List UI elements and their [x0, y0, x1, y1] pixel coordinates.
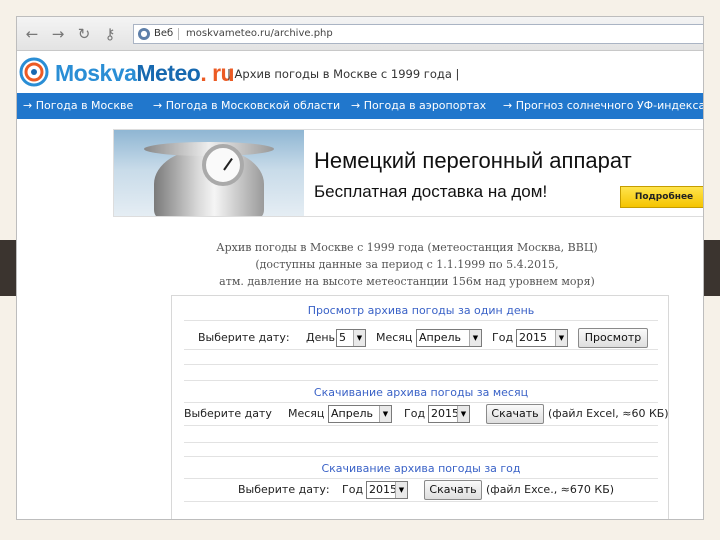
- divider: [184, 402, 658, 403]
- archive-line-3: атм. давление на высоте метеостанции 156…: [219, 275, 595, 288]
- view-day-button[interactable]: Просмотр: [578, 328, 648, 348]
- day-select[interactable]: 5 ▼: [336, 329, 366, 347]
- banner-headline: Немецкий перегонный аппарат: [314, 148, 632, 173]
- divider: [184, 364, 658, 365]
- month-select[interactable]: Апрель ▼: [416, 329, 482, 347]
- address-url[interactable]: moskvameteo.ru/archive.php: [186, 25, 333, 43]
- browser-screenshot: ← → ↻ ⚷ ● Веб moskvameteo.ru/archive.php…: [16, 16, 704, 520]
- thermometer-gauge-icon: [202, 144, 244, 186]
- still-photo: [114, 130, 304, 216]
- year-select[interactable]: 2015 ▼: [428, 405, 470, 423]
- year-label: Год: [492, 331, 514, 344]
- year-label: Год: [342, 483, 364, 496]
- nav-item-moscow-weather[interactable]: → Погода в Москве: [23, 93, 133, 119]
- banner-details-button[interactable]: Подробнее: [620, 186, 703, 208]
- chevron-down-icon: ▼: [555, 330, 567, 346]
- ad-banner[interactable]: Немецкий перегонный аппарат Бесплатная д…: [113, 129, 703, 217]
- month-file-info: (файл Excel, ≈60 КБ): [548, 407, 669, 420]
- site-header: MoskvaMeteo. ru | Архив погоды в Москве …: [17, 51, 703, 93]
- globe-icon: ●: [138, 28, 150, 40]
- divider: [184, 442, 658, 443]
- logo-moskva: Moskva: [55, 60, 137, 86]
- gauge-needle: [223, 157, 233, 171]
- chevron-down-icon: ▼: [395, 482, 407, 498]
- year-choose-label: Выберите дату:: [238, 483, 330, 496]
- address-bar-label: Веб: [154, 28, 174, 39]
- key-icon[interactable]: ⚷: [101, 25, 119, 43]
- month-label: Месяц: [376, 331, 413, 344]
- chevron-down-icon: ▼: [353, 330, 365, 346]
- logo-swirl-icon[interactable]: [19, 57, 49, 87]
- divider: [184, 380, 658, 381]
- browser-toolbar: ← → ↻ ⚷ ● Веб moskvameteo.ru/archive.php: [17, 17, 703, 51]
- month-select-value: Апрель: [331, 407, 373, 420]
- year-select[interactable]: 2015 ▼: [516, 329, 568, 347]
- header-title: | Архив погоды в Москве с 1999 года |: [227, 67, 460, 81]
- year-form-row: Выберите дату: Год 2015 ▼ Скачать (файл …: [184, 480, 658, 502]
- chevron-down-icon: ▼: [379, 406, 391, 422]
- logo-meteo: Meteo: [136, 60, 201, 86]
- month-form-row: Выберите дату Месяц Апрель ▼ Год 2015 ▼ …: [184, 404, 669, 426]
- archive-forms-panel: Просмотр архива погоды за один день Выбе…: [171, 295, 669, 519]
- month-choose-label: Выберите дату: [184, 407, 272, 420]
- archive-line-1: Архив погоды в Москве с 1999 года (метео…: [216, 241, 598, 254]
- month-select-value: Апрель: [419, 331, 461, 344]
- forward-arrow-icon[interactable]: →: [49, 25, 67, 43]
- address-separator: [178, 28, 179, 40]
- day-form-row: Выберите дату: День 5 ▼ Месяц Апрель ▼ Г…: [184, 328, 658, 350]
- day-choose-label: Выберите дату:: [198, 331, 290, 344]
- divider: [184, 456, 658, 457]
- year-file-info: (файл Exce., ≈670 КБ): [486, 483, 615, 496]
- day-label: День: [306, 331, 336, 344]
- day-select-value: 5: [339, 331, 346, 344]
- month-label: Месяц: [288, 407, 325, 420]
- month-section-title: Скачивание архива погоды за месяц: [313, 386, 529, 399]
- chevron-down-icon: ▼: [469, 330, 481, 346]
- nav-item-airport-weather[interactable]: → Погода в аэропортах: [351, 93, 486, 119]
- slide-background: ← → ↻ ⚷ ● Веб moskvameteo.ru/archive.php…: [0, 0, 720, 540]
- back-arrow-icon[interactable]: ←: [23, 25, 41, 43]
- day-section-title: Просмотр архива погоды за один день: [307, 304, 535, 317]
- main-nav: → Погода в Москве → Погода в Московской …: [17, 93, 703, 119]
- archive-description: Архив погоды в Москве с 1999 года (метео…: [157, 239, 657, 290]
- archive-line-2: (доступны данные за период с 1.1.1999 по…: [255, 258, 559, 271]
- nav-item-region-weather[interactable]: → Погода в Московской области: [153, 93, 340, 119]
- address-bar[interactable]: ● Веб moskvameteo.ru/archive.php: [133, 24, 703, 44]
- reload-icon[interactable]: ↻: [75, 25, 93, 43]
- year-section-title: Скачивание архива погоды за год: [321, 462, 521, 475]
- year-select-value: 2015: [369, 483, 397, 496]
- download-month-button[interactable]: Скачать: [486, 404, 544, 424]
- site-logo[interactable]: MoskvaMeteo. ru: [55, 59, 235, 87]
- year-label: Год: [404, 407, 426, 420]
- year-select[interactable]: 2015 ▼: [366, 481, 408, 499]
- banner-subline: Бесплатная доставка на дом!: [314, 182, 548, 201]
- month-select[interactable]: Апрель ▼: [328, 405, 392, 423]
- year-select-value: 2015: [431, 407, 459, 420]
- nav-item-uv-forecast[interactable]: → Прогноз солнечного УФ-индекса: [503, 93, 703, 119]
- chevron-down-icon: ▼: [457, 406, 469, 422]
- year-select-value: 2015: [519, 331, 547, 344]
- divider: [184, 478, 658, 479]
- divider: [184, 320, 658, 321]
- download-year-button[interactable]: Скачать: [424, 480, 482, 500]
